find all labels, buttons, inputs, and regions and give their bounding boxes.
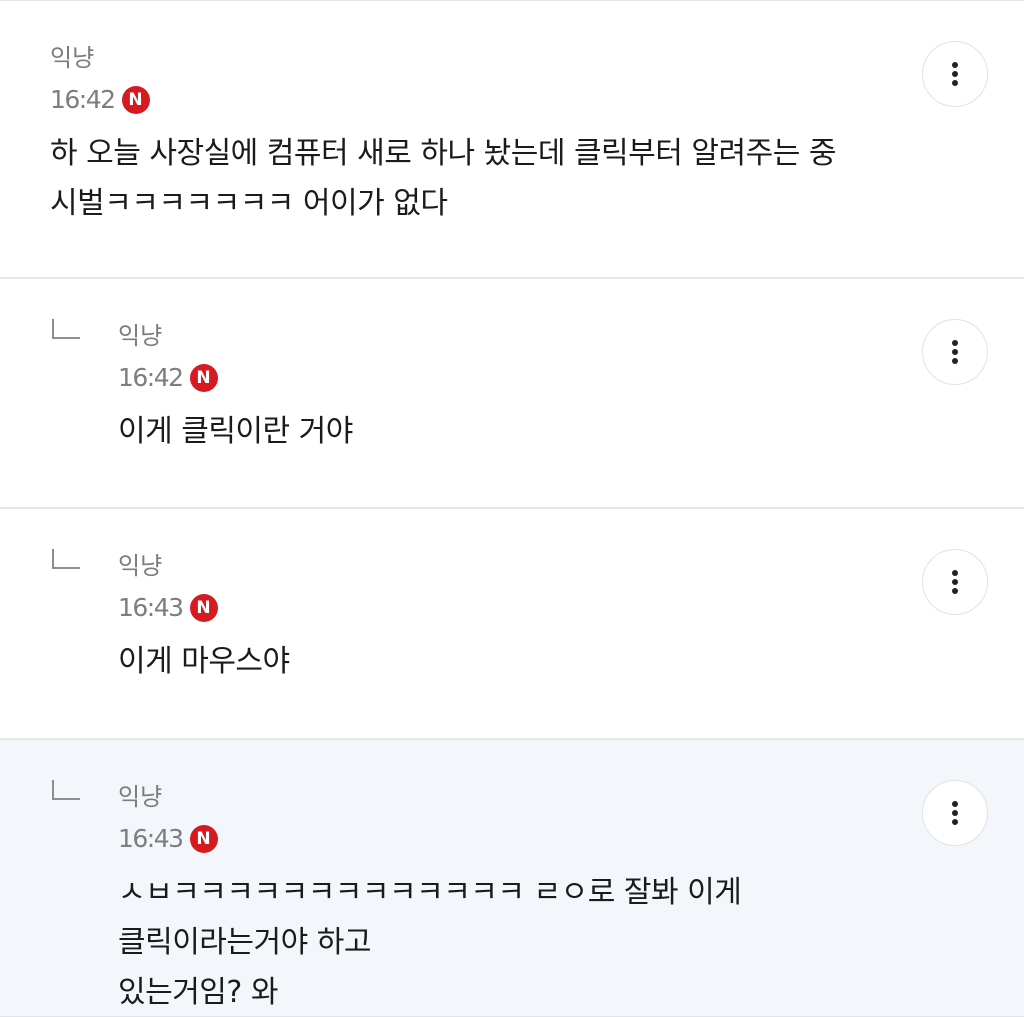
reply-item-highlighted: 익냥 16:43 N ㅅㅂㅋㅋㅋㅋㅋㅋㅋㅋㅋㅋㅋㅋㅋ ㄹㅇ로 잘봐 이게 클릭이… <box>0 740 1024 1017</box>
comment-body: 익냥 16:42 N 이게 클릭이란 거야 <box>118 321 894 457</box>
comment-author: 익냥 <box>118 783 163 811</box>
more-options-button[interactable] <box>922 549 988 615</box>
comment-time: 16:42 <box>50 85 116 114</box>
comment-text-line: 시벌ㅋㅋㅋㅋㅋㅋㅋ 어이가 없다 <box>50 186 448 221</box>
comment-meta: 16:43 N <box>118 824 894 854</box>
more-options-button[interactable] <box>922 41 988 107</box>
new-badge: N <box>189 594 218 622</box>
comment-meta: 16:42 N <box>50 85 894 115</box>
comment-time: 16:43 <box>118 593 184 622</box>
comment-body: 익냥 16:43 N ㅅㅂㅋㅋㅋㅋㅋㅋㅋㅋㅋㅋㅋㅋㅋ ㄹㅇ로 잘봐 이게 클릭이… <box>118 782 894 1017</box>
more-options-button[interactable] <box>922 780 988 846</box>
comment-text-line: 있는거임? 와 <box>118 975 278 1010</box>
more-vertical-icon <box>952 570 958 594</box>
more-vertical-icon <box>952 801 958 825</box>
new-badge: N <box>189 364 218 392</box>
comment-text-line: 이게 클릭이란 거야 <box>118 414 353 449</box>
comment-text: ㅅㅂㅋㅋㅋㅋㅋㅋㅋㅋㅋㅋㅋㅋㅋ ㄹㅇ로 잘봐 이게 클릭이라는거야 하고 있는거… <box>118 868 894 1017</box>
comment-body: 익냥 16:43 N 이게 마우스야 <box>118 551 894 687</box>
comment-text: 이게 마우스야 <box>118 637 894 687</box>
comment-text: 하 오늘 사장실에 컴퓨터 새로 하나 놨는데 클릭부터 알려주는 중 시벌ㅋㅋ… <box>50 129 894 229</box>
comment-item: 익냥 16:42 N 하 오늘 사장실에 컴퓨터 새로 하나 놨는데 클릭부터 … <box>0 1 1024 279</box>
new-badge: N <box>121 86 150 114</box>
reply-arrow-icon <box>52 319 80 339</box>
comment-time: 16:42 <box>118 363 184 392</box>
comment-meta: 16:42 N <box>118 363 894 393</box>
more-vertical-icon <box>952 62 958 86</box>
comment-author: 익냥 <box>118 552 163 580</box>
reply-item: 익냥 16:42 N 이게 클릭이란 거야 <box>0 279 1024 509</box>
new-badge: N <box>189 825 218 853</box>
more-options-button[interactable] <box>922 319 988 385</box>
more-vertical-icon <box>952 340 958 364</box>
reply-item: 익냥 16:43 N 이게 마우스야 <box>0 509 1024 740</box>
reply-arrow-icon <box>52 549 80 569</box>
comment-text-line: 하 오늘 사장실에 컴퓨터 새로 하나 놨는데 클릭부터 알려주는 중 <box>50 136 836 171</box>
comment-time: 16:43 <box>118 824 184 853</box>
comment-body: 익냥 16:42 N 하 오늘 사장실에 컴퓨터 새로 하나 놨는데 클릭부터 … <box>50 43 894 229</box>
comment-text-line: ㅅㅂㅋㅋㅋㅋㅋㅋㅋㅋㅋㅋㅋㅋㅋ ㄹㅇ로 잘봐 이게 클릭이라는거야 하고 <box>118 875 742 960</box>
comment-text: 이게 클릭이란 거야 <box>118 407 894 457</box>
comment-text-line: 이게 마우스야 <box>118 644 290 679</box>
comment-list: 익냥 16:42 N 하 오늘 사장실에 컴퓨터 새로 하나 놨는데 클릭부터 … <box>0 0 1024 1017</box>
comment-meta: 16:43 N <box>118 593 894 623</box>
comment-author: 익냥 <box>118 322 163 350</box>
comment-author: 익냥 <box>50 44 95 72</box>
reply-arrow-icon <box>52 780 80 800</box>
